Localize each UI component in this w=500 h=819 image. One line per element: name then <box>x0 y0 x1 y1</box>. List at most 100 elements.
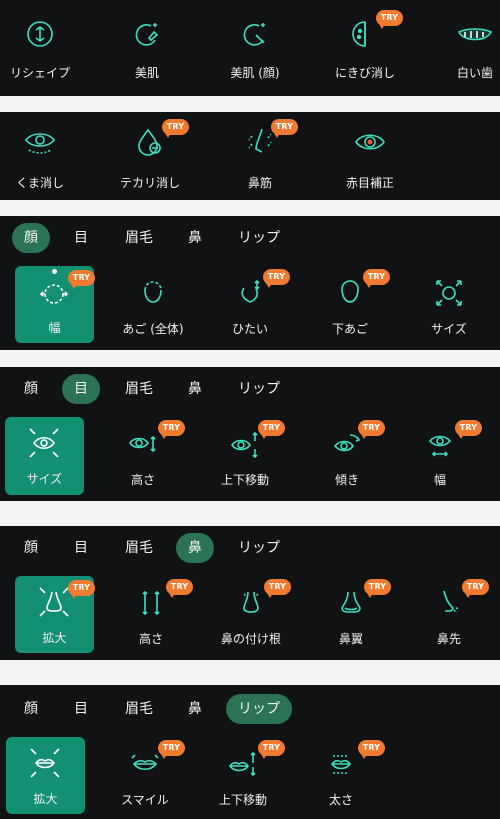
tab-eyebrows[interactable]: 眉毛 <box>116 374 162 404</box>
tool-label: テカリ消し <box>119 176 180 190</box>
tool-dark-circles[interactable]: くま消し <box>5 126 75 196</box>
tab-nose[interactable]: 鼻 <box>176 694 214 724</box>
acne-face-icon <box>352 21 366 47</box>
tool-lip-vertical-move[interactable]: TRY 上下移動 <box>208 740 285 813</box>
tool-label: 高さ <box>138 632 163 646</box>
try-badge: TRY <box>166 579 193 598</box>
tool-eye-vertical-move[interactable]: TRY 上下移動 <box>210 420 285 493</box>
selected-tool-face-width[interactable]: TRY 幅 <box>15 266 95 343</box>
tool-nose-wings[interactable]: TRY 鼻翼 <box>316 579 391 652</box>
current-dot <box>52 269 57 274</box>
tab-eyes[interactable]: 目 <box>62 374 100 404</box>
tool-label: 高さ <box>130 473 155 487</box>
lip-enlarge-icon <box>30 748 60 778</box>
nose-tip-icon <box>443 590 461 614</box>
tool-beauty-skin[interactable]: 美肌 <box>112 18 182 88</box>
selected-tool-eye-size[interactable]: サイズ <box>5 417 84 495</box>
face-adjust-panel: 顔 目 眉毛 鼻 リップ TRY 幅 あご (全体) TRY ひたい TRY 下… <box>0 216 500 350</box>
tab-nose[interactable]: 鼻 <box>176 374 214 404</box>
lip-thickness-icon <box>331 755 351 774</box>
tab-face[interactable]: 顔 <box>12 223 50 253</box>
tool-shine-removal[interactable]: TRY テカリ消し <box>115 119 189 196</box>
tab-lips[interactable]: リップ <box>230 223 288 253</box>
category-tabs: 顔 目 眉毛 鼻 リップ <box>0 220 500 256</box>
tool-forehead[interactable]: TRY ひたい <box>215 269 290 342</box>
tool-eye-width[interactable]: TRY 幅 <box>405 420 482 493</box>
tab-lips[interactable]: リップ <box>226 694 292 724</box>
selected-tool-lip-enlarge[interactable]: 拡大 <box>6 737 85 814</box>
tool-eye-height[interactable]: TRY 高さ <box>108 420 185 493</box>
tool-row-1: リシェイプ 美肌 美肌 (顔) TRY にきび消し 白い歯 <box>0 0 500 96</box>
tool-label: にきび消し <box>334 66 395 80</box>
selected-tool-nose-enlarge[interactable]: TRY 拡大 <box>15 576 95 653</box>
face-outline-icon <box>27 21 53 47</box>
eye-size-icon <box>29 428 59 458</box>
tab-nose[interactable]: 鼻 <box>176 533 214 563</box>
tool-nose-bridge[interactable]: TRY 鼻筋 <box>225 119 298 196</box>
red-eye-icon <box>355 134 385 150</box>
tab-eyes[interactable]: 目 <box>62 223 100 253</box>
tool-face-size[interactable]: サイズ <box>414 278 484 342</box>
eye-tilt-icon <box>333 434 361 452</box>
tab-nose[interactable]: 鼻 <box>176 223 214 253</box>
tab-face[interactable]: 顔 <box>12 374 50 404</box>
tool-beauty-face[interactable]: 美肌 (顔) <box>220 18 290 88</box>
tool-label: くま消し <box>15 176 64 190</box>
nose-root-icon <box>243 591 259 613</box>
eye-width-icon <box>428 435 452 457</box>
tool-label: 下あご <box>331 322 368 336</box>
tab-lips[interactable]: リップ <box>230 533 288 563</box>
tool-nose-height[interactable]: TRY 高さ <box>116 579 193 652</box>
tab-eyebrows[interactable]: 眉毛 <box>116 533 162 563</box>
category-tabs: 顔 目 眉毛 鼻 リップ <box>0 371 500 407</box>
tab-face[interactable]: 顔 <box>12 533 50 563</box>
try-badge: TRY <box>264 579 291 598</box>
tab-eyes[interactable]: 目 <box>62 533 100 563</box>
nose-wing-icon <box>341 591 361 613</box>
try-badge: TRY <box>158 420 185 439</box>
tool-label: 鼻翼 <box>338 632 363 646</box>
tool-nose-root[interactable]: TRY 鼻の付け根 <box>216 579 291 652</box>
tool-acne-removal[interactable]: TRY にきび消し <box>330 10 403 88</box>
tool-lower-jaw[interactable]: TRY 下あご <box>315 269 390 342</box>
tool-reshape[interactable]: リシェイプ <box>5 18 75 88</box>
teeth-icon <box>457 28 493 41</box>
tab-eyebrows[interactable]: 眉毛 <box>116 223 162 253</box>
try-badge: TRY <box>376 10 403 29</box>
tab-face[interactable]: 顔 <box>12 694 50 724</box>
tool-label: 傾き <box>334 473 359 487</box>
tab-lips[interactable]: リップ <box>230 374 288 404</box>
try-badge: TRY <box>364 579 391 598</box>
face-width-icon <box>39 284 69 304</box>
eye-height-icon <box>129 435 156 453</box>
try-badge: TRY <box>271 119 298 138</box>
try-badge: TRY <box>263 269 290 288</box>
chin-icon <box>341 280 359 303</box>
tool-red-eye[interactable]: 赤目補正 <box>335 126 405 196</box>
tool-label: 拡大 <box>33 792 58 806</box>
tool-label: スマイル <box>121 793 169 807</box>
tool-label: 美肌 (顔) <box>230 66 280 80</box>
category-tabs: 顔 目 眉毛 鼻 リップ <box>0 691 500 727</box>
tool-label: 上下移動 <box>218 793 267 807</box>
try-badge: TRY <box>462 579 489 598</box>
try-badge: TRY <box>158 740 185 759</box>
try-badge: TRY <box>68 580 95 599</box>
tool-lip-smile[interactable]: TRY スマイル <box>110 740 185 813</box>
tool-teeth-whitening[interactable]: 白い歯 <box>440 18 500 88</box>
tool-label: 幅 <box>48 321 61 335</box>
tool-label: サイズ <box>431 322 467 336</box>
tool-label: 拡大 <box>42 631 67 645</box>
tool-jaw-overall[interactable]: あご (全体) <box>115 278 191 342</box>
jaw-icon <box>144 281 162 303</box>
tool-lip-thickness[interactable]: TRY 太さ <box>306 740 385 813</box>
tool-label: 赤目補正 <box>345 176 394 190</box>
tab-eyes[interactable]: 目 <box>62 694 100 724</box>
try-badge: TRY <box>363 269 390 288</box>
smile-lip-icon <box>131 754 159 771</box>
try-badge: TRY <box>358 420 385 439</box>
tool-eye-tilt[interactable]: TRY 傾き <box>312 420 385 493</box>
tool-nose-tip[interactable]: TRY 鼻先 <box>414 579 489 652</box>
tab-eyebrows[interactable]: 眉毛 <box>116 694 162 724</box>
tool-label: ひたい <box>231 322 268 336</box>
